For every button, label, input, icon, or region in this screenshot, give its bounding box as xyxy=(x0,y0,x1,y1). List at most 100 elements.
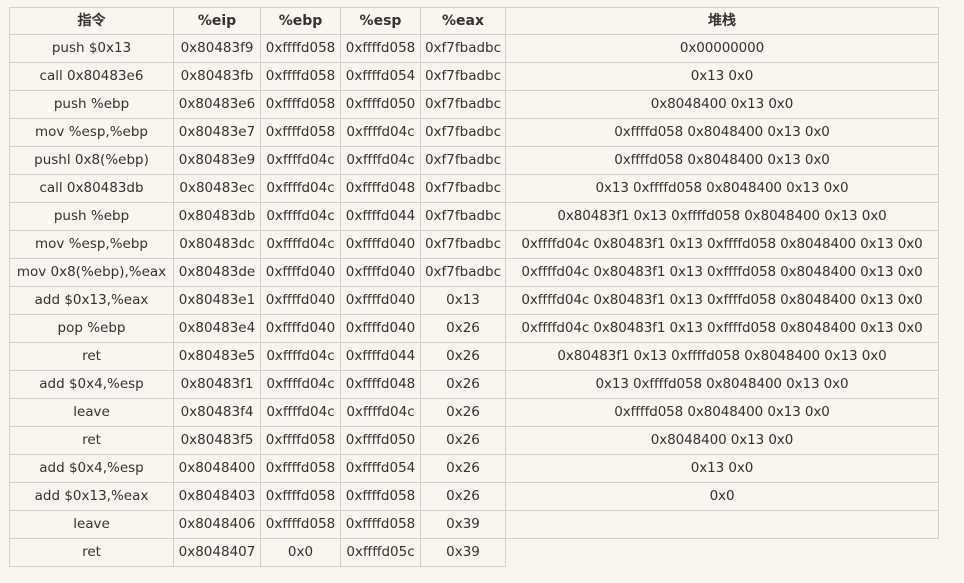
cell-eip: 0x8048400 xyxy=(174,455,261,483)
cell-eax: 0xf7fbadbc xyxy=(421,259,506,287)
cell-eax: 0x26 xyxy=(421,427,506,455)
cell-eip: 0x80483e4 xyxy=(174,315,261,343)
cell-esp: 0xffffd044 xyxy=(341,343,421,371)
cell-eax: 0x26 xyxy=(421,483,506,511)
cell-ebp: 0xffffd058 xyxy=(261,91,341,119)
cell-esp: 0xffffd040 xyxy=(341,315,421,343)
cell-ebp: 0xffffd058 xyxy=(261,35,341,63)
cell-instruction: call 0x80483e6 xyxy=(9,63,174,91)
cell-ebp: 0xffffd058 xyxy=(261,455,341,483)
cell-eax: 0xf7fbadbc xyxy=(421,35,506,63)
cell-eax: 0xf7fbadbc xyxy=(421,63,506,91)
cell-eip: 0x80483f5 xyxy=(174,427,261,455)
cell-stack: 0xffffd04c 0x80483f1 0x13 0xffffd058 0x8… xyxy=(506,231,939,259)
cell-instruction: mov %esp,%ebp xyxy=(9,231,174,259)
cell-instruction: ret xyxy=(9,343,174,371)
cell-eax: 0x26 xyxy=(421,371,506,399)
cell-eax: 0x39 xyxy=(421,511,506,539)
cell-eip: 0x80483ec xyxy=(174,175,261,203)
cell-stack: 0xffffd04c 0x80483f1 0x13 0xffffd058 0x8… xyxy=(506,315,939,343)
cell-stack: 0x13 0x0 xyxy=(506,455,939,483)
cell-esp: 0xffffd040 xyxy=(341,259,421,287)
cell-stack: 0xffffd04c 0x80483f1 0x13 0xffffd058 0x8… xyxy=(506,259,939,287)
cell-ebp: 0xffffd040 xyxy=(261,287,341,315)
cell-esp: 0xffffd058 xyxy=(341,483,421,511)
cell-eax: 0xf7fbadbc xyxy=(421,231,506,259)
cell-stack: 0x8048400 0x13 0x0 xyxy=(506,427,939,455)
cell-eip: 0x80483f4 xyxy=(174,399,261,427)
cell-eax: 0xf7fbadbc xyxy=(421,175,506,203)
cell-instruction: leave xyxy=(9,511,174,539)
cell-instruction: mov %esp,%ebp xyxy=(9,119,174,147)
cell-eip: 0x8048407 xyxy=(174,539,261,567)
cell-esp: 0xffffd040 xyxy=(341,287,421,315)
cell-esp: 0xffffd044 xyxy=(341,203,421,231)
cell-eip: 0x80483db xyxy=(174,203,261,231)
cell-ebp: 0xffffd04c xyxy=(261,231,341,259)
cell-stack: 0xffffd058 0x8048400 0x13 0x0 xyxy=(506,119,939,147)
cell-instruction: add $0x13,%eax xyxy=(9,483,174,511)
cell-instruction: ret xyxy=(9,539,174,567)
cell-instruction: pushl 0x8(%ebp) xyxy=(9,147,174,175)
header-instruction: 指令 xyxy=(9,7,174,35)
cell-eip: 0x80483f1 xyxy=(174,371,261,399)
cell-stack xyxy=(506,511,939,539)
cell-esp: 0xffffd048 xyxy=(341,175,421,203)
cell-instruction: push %ebp xyxy=(9,91,174,119)
cell-stack: 0x8048400 0x13 0x0 xyxy=(506,91,939,119)
cell-esp: 0xffffd050 xyxy=(341,91,421,119)
cell-esp: 0xffffd058 xyxy=(341,35,421,63)
cell-eip: 0x8048406 xyxy=(174,511,261,539)
cell-eax: 0x26 xyxy=(421,315,506,343)
cell-stack: 0x13 0xffffd058 0x8048400 0x13 0x0 xyxy=(506,371,939,399)
cell-instruction: leave xyxy=(9,399,174,427)
cell-eip: 0x80483dc xyxy=(174,231,261,259)
cell-ebp: 0xffffd04c xyxy=(261,371,341,399)
cell-esp: 0xffffd040 xyxy=(341,231,421,259)
cell-ebp: 0xffffd04c xyxy=(261,147,341,175)
empty-cell xyxy=(506,539,939,567)
cell-ebp: 0xffffd058 xyxy=(261,427,341,455)
cell-eax: 0x39 xyxy=(421,539,506,567)
cell-instruction: add $0x4,%esp xyxy=(9,371,174,399)
cell-ebp: 0xffffd040 xyxy=(261,259,341,287)
cell-ebp: 0xffffd058 xyxy=(261,511,341,539)
cell-eip: 0x80483e6 xyxy=(174,91,261,119)
cell-instruction: call 0x80483db xyxy=(9,175,174,203)
cell-instruction: ret xyxy=(9,427,174,455)
header-eax: %eax xyxy=(421,7,506,35)
cell-eax: 0x26 xyxy=(421,399,506,427)
cell-esp: 0xffffd04c xyxy=(341,119,421,147)
cell-stack: 0x80483f1 0x13 0xffffd058 0x8048400 0x13… xyxy=(506,203,939,231)
cell-ebp: 0xffffd058 xyxy=(261,119,341,147)
cell-ebp: 0x0 xyxy=(261,539,341,567)
cell-eip: 0x80483e9 xyxy=(174,147,261,175)
cell-stack: 0xffffd058 0x8048400 0x13 0x0 xyxy=(506,147,939,175)
cell-eax: 0x26 xyxy=(421,455,506,483)
cell-esp: 0xffffd048 xyxy=(341,371,421,399)
cell-instruction: mov 0x8(%ebp),%eax xyxy=(9,259,174,287)
header-ebp: %ebp xyxy=(261,7,341,35)
cell-ebp: 0xffffd04c xyxy=(261,343,341,371)
cell-ebp: 0xffffd04c xyxy=(261,175,341,203)
cell-stack: 0x80483f1 0x13 0xffffd058 0x8048400 0x13… xyxy=(506,343,939,371)
cell-stack: 0x00000000 xyxy=(506,35,939,63)
cell-instruction: push $0x13 xyxy=(9,35,174,63)
cell-esp: 0xffffd054 xyxy=(341,63,421,91)
cell-eax: 0xf7fbadbc xyxy=(421,203,506,231)
cell-ebp: 0xffffd058 xyxy=(261,483,341,511)
cell-stack: 0x13 0xffffd058 0x8048400 0x13 0x0 xyxy=(506,175,939,203)
cell-eax: 0x26 xyxy=(421,343,506,371)
cell-eip: 0x80483e5 xyxy=(174,343,261,371)
cell-ebp: 0xffffd04c xyxy=(261,203,341,231)
cell-instruction: add $0x13,%eax xyxy=(9,287,174,315)
header-stack: 堆栈 xyxy=(506,7,939,35)
cell-stack: 0xffffd04c 0x80483f1 0x13 0xffffd058 0x8… xyxy=(506,287,939,315)
cell-esp: 0xffffd04c xyxy=(341,399,421,427)
cell-eip: 0x80483de xyxy=(174,259,261,287)
cell-esp: 0xffffd050 xyxy=(341,427,421,455)
header-eip: %eip xyxy=(174,7,261,35)
cell-instruction: add $0x4,%esp xyxy=(9,455,174,483)
cell-eip: 0x8048403 xyxy=(174,483,261,511)
register-stack-table: 指令 %eip %ebp %esp %eax 堆栈 push $0x13 0x80… xyxy=(9,7,939,567)
